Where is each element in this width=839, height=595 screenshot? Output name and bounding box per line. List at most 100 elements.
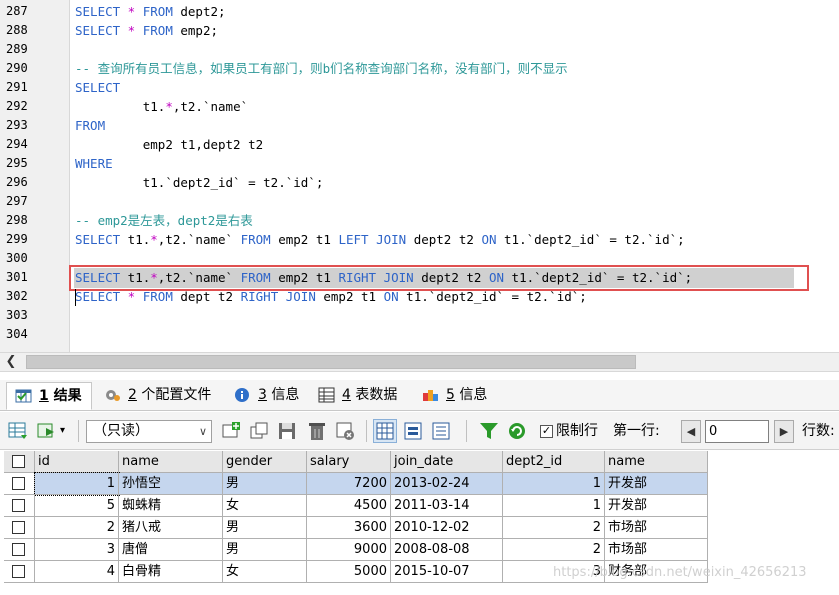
row-checkbox[interactable] [12, 521, 25, 534]
column-header[interactable]: name [605, 451, 708, 473]
code-line[interactable]: -- emp2是左表，dept2是右表 [75, 211, 253, 230]
horizontal-scrollbar[interactable]: ❮ [0, 352, 839, 372]
table-cell[interactable]: 2010-12-02 [391, 517, 503, 539]
table-cell[interactable]: 2008-08-08 [391, 539, 503, 561]
table-cell[interactable]: 1 [503, 473, 605, 495]
row-checkbox[interactable] [12, 477, 25, 490]
tab-profile[interactable]: 2 个配置文件 [96, 382, 218, 410]
line-number: 302 [6, 289, 28, 303]
tab-info[interactable]: 3 信息 [226, 382, 308, 410]
table-cell[interactable]: 3 [35, 539, 119, 561]
table-cell[interactable]: 孙悟空 [119, 473, 223, 495]
code-line[interactable]: -- 查询所有员工信息，如果员工有部门，则b们名称查询部门名称，没有部门，则不显… [75, 59, 568, 78]
table-cell[interactable]: 4500 [307, 495, 391, 517]
table-cell[interactable]: 唐僧 [119, 539, 223, 561]
row-checkbox[interactable] [12, 543, 25, 556]
import-export-icon[interactable] [36, 420, 58, 442]
table-cell[interactable]: 2015-10-07 [391, 561, 503, 583]
rows-label: 行数: [802, 423, 835, 439]
table-cell[interactable]: 1 [503, 495, 605, 517]
text-view-icon[interactable] [430, 420, 452, 442]
table-cell[interactable]: 蜘蛛精 [119, 495, 223, 517]
code-line[interactable]: FROM [75, 116, 105, 135]
code-token: FROM [135, 4, 173, 19]
row-select-cell[interactable] [4, 495, 35, 517]
column-header[interactable]: dept2_id [503, 451, 605, 473]
form-view-icon[interactable] [402, 420, 424, 442]
code-line[interactable]: SELECT * FROM emp2; [75, 21, 218, 40]
table-cell[interactable]: 市场部 [605, 517, 708, 539]
code-line[interactable]: SELECT t1.*,t2.`name` FROM emp2 t1 LEFT … [75, 230, 685, 249]
row-select-cell[interactable] [4, 539, 35, 561]
code-token: FROM [75, 118, 106, 133]
filter-icon[interactable] [478, 420, 500, 442]
code-token: FROM [135, 289, 173, 304]
code-token: ON [481, 232, 497, 247]
table-cell[interactable]: 女 [223, 495, 307, 517]
table-cell[interactable]: 白骨精 [119, 561, 223, 583]
previous-page-button[interactable]: ◀ [681, 420, 701, 443]
select-all-checkbox[interactable] [12, 455, 25, 468]
table-cell[interactable]: 开发部 [605, 495, 708, 517]
table-cell[interactable]: 4 [35, 561, 119, 583]
column-header[interactable]: salary [307, 451, 391, 473]
limit-rows-checkbox[interactable]: ✓ [540, 425, 553, 438]
column-header[interactable]: join_date [391, 451, 503, 473]
table-cell[interactable]: 2 [503, 517, 605, 539]
table-cell[interactable]: 7200 [307, 473, 391, 495]
table-cell[interactable]: 猪八戒 [119, 517, 223, 539]
cancel-changes-icon[interactable] [334, 420, 356, 442]
duplicate-row-icon[interactable] [248, 420, 270, 442]
row-select-cell[interactable] [4, 561, 35, 583]
table-cell[interactable]: 2011-03-14 [391, 495, 503, 517]
table-cell[interactable]: 开发部 [605, 473, 708, 495]
first-row-input[interactable] [705, 420, 769, 443]
scrollbar-thumb[interactable] [26, 355, 636, 369]
code-token: emp2 t1 [315, 289, 384, 304]
table-cell[interactable]: 男 [223, 473, 307, 495]
sql-editor[interactable]: 287 288 289 290 291 292 293 294 295 296 297 298 299 3… [0, 0, 839, 352]
delete-icon[interactable] [306, 420, 328, 442]
row-checkbox[interactable] [12, 499, 25, 512]
column-header[interactable]: gender [223, 451, 307, 473]
refresh-icon[interactable] [506, 420, 528, 442]
code-line[interactable]: emp2 t1,dept2 t2 [75, 135, 263, 154]
table-cell[interactable]: 男 [223, 517, 307, 539]
table-cell[interactable]: 女 [223, 561, 307, 583]
line-number: 303 [6, 308, 28, 322]
row-checkbox[interactable] [12, 565, 25, 578]
line-number: 291 [6, 80, 28, 94]
insert-row-icon[interactable] [220, 420, 242, 442]
table-cell[interactable]: 2 [503, 539, 605, 561]
table-cell[interactable]: 5 [35, 495, 119, 517]
grid-view-icon[interactable] [373, 419, 397, 443]
table-cell[interactable]: 1 [34, 472, 120, 496]
readonly-mode-select[interactable]: （只读） ∨ [86, 420, 212, 443]
table-cell[interactable]: 2 [35, 517, 119, 539]
code-line[interactable]: SELECT [75, 78, 120, 97]
chevron-down-icon[interactable]: ▾ [60, 420, 70, 442]
row-select-cell[interactable] [4, 517, 35, 539]
column-header[interactable]: name [119, 451, 223, 473]
tab-info-2[interactable]: 5 信息 [414, 382, 496, 410]
code-line[interactable]: SELECT * FROM dept2; [75, 2, 226, 21]
save-icon[interactable] [276, 420, 298, 442]
next-page-button[interactable]: ▶ [774, 420, 794, 443]
table-cell[interactable]: 9000 [307, 539, 391, 561]
tab-table-data[interactable]: 4 表数据 [310, 382, 410, 410]
tab-info-num: 3 [258, 387, 267, 403]
table-cell[interactable]: 男 [223, 539, 307, 561]
code-line[interactable]: t1.`dept2_id` = t2.`id`; [75, 173, 324, 192]
code-line[interactable]: t1.*,t2.`name` [75, 97, 248, 116]
table-cell[interactable]: 5000 [307, 561, 391, 583]
code-line[interactable]: WHERE [75, 154, 113, 173]
export-grid-icon[interactable] [7, 420, 29, 442]
table-cell[interactable]: 3600 [307, 517, 391, 539]
select-all-cell[interactable] [4, 451, 35, 473]
column-header[interactable]: id [35, 451, 119, 473]
row-select-cell[interactable] [4, 473, 35, 495]
scroll-left-arrow-icon[interactable]: ❮ [0, 353, 22, 372]
tab-result[interactable]: 1 结果 [6, 382, 92, 410]
table-cell[interactable]: 2013-02-24 [391, 473, 503, 495]
table-cell[interactable]: 市场部 [605, 539, 708, 561]
